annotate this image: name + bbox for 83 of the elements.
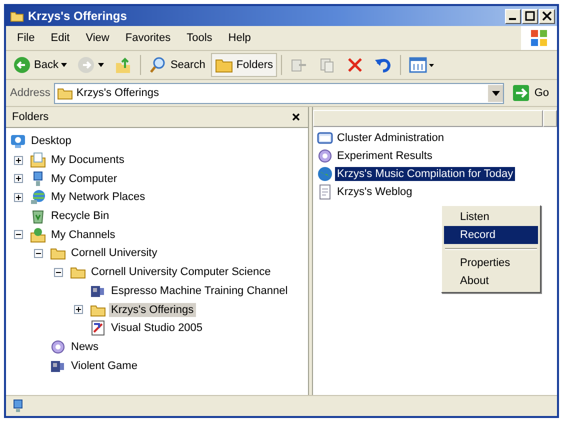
caret-icon: [61, 63, 68, 67]
list-item[interactable]: Cluster Administration: [335, 131, 446, 145]
globe-folder-icon: [30, 226, 46, 243]
minus-icon: [34, 248, 43, 258]
tree-item[interactable]: Desktop: [29, 134, 74, 148]
tree-item[interactable]: My Network Places: [49, 190, 148, 204]
delete-icon: [346, 56, 364, 74]
window-title: Krzys's Offerings: [28, 9, 128, 23]
tree-item[interactable]: News: [69, 340, 101, 354]
column-header[interactable]: [313, 110, 543, 127]
context-menu-item[interactable]: Properties: [444, 254, 538, 272]
minus-icon: [54, 268, 63, 277]
menu-item[interactable]: Edit: [44, 30, 77, 46]
expander[interactable]: [14, 230, 23, 240]
folder-icon: [10, 9, 24, 23]
tree-item[interactable]: Krzys's Offerings: [109, 302, 196, 317]
tree-item[interactable]: Espresso Machine Training Channel: [109, 284, 290, 298]
expander[interactable]: [74, 305, 83, 314]
tree-item[interactable]: Recycle Bin: [49, 209, 112, 224]
document-folder-icon: [30, 152, 46, 168]
go-button[interactable]: Go: [508, 84, 553, 102]
plus-icon: [14, 192, 23, 202]
flag-logo-icon: [521, 26, 557, 50]
tree-item[interactable]: My Computer: [49, 172, 120, 186]
news-icon: [317, 148, 333, 164]
menu-item[interactable]: File: [10, 30, 42, 46]
window-icon: [317, 130, 333, 146]
plus-icon: [14, 174, 23, 184]
globe-icon: [317, 166, 333, 182]
studio-icon: [90, 320, 106, 336]
undo-icon: [374, 56, 392, 74]
context-menu-item[interactable]: About: [444, 272, 538, 290]
menu-item[interactable]: Tools: [180, 30, 220, 46]
expander[interactable]: [14, 156, 23, 165]
plus-icon: [14, 156, 23, 165]
list-item[interactable]: Krzys's Music Compilation for Today: [335, 167, 516, 181]
tree-item[interactable]: My Channels: [49, 228, 118, 242]
views-icon: [409, 56, 436, 74]
copy-icon: [318, 56, 336, 74]
menu-item[interactable]: Help: [221, 30, 258, 46]
list-item[interactable]: Krzys's Weblog: [335, 185, 414, 199]
tree-item[interactable]: My Documents: [49, 153, 126, 168]
tree-item[interactable]: Cornell University Computer Science: [89, 265, 273, 280]
tree-item[interactable]: Visual Studio 2005: [109, 321, 205, 336]
list-item[interactable]: Experiment Results: [335, 149, 434, 163]
minus-icon: [14, 230, 23, 240]
plus-icon: [74, 305, 83, 314]
tree-item[interactable]: Violent Game: [69, 358, 140, 373]
expander[interactable]: [34, 248, 43, 258]
column-header[interactable]: [543, 110, 557, 127]
dropdown-button[interactable]: [488, 84, 504, 102]
expander[interactable]: [14, 174, 23, 184]
desktop-icon: [10, 133, 26, 150]
close-button[interactable]: [539, 8, 555, 24]
close-pane-button[interactable]: [290, 111, 302, 123]
menu-item[interactable]: View: [78, 30, 116, 46]
back-button[interactable]: Back: [9, 53, 72, 77]
context-menu-item[interactable]: Record: [444, 226, 538, 244]
tree-item[interactable]: Cornell University: [69, 246, 160, 260]
menu-item[interactable]: Favorites: [118, 30, 178, 46]
close-icon: [292, 113, 300, 121]
folders-button[interactable]: Folders: [211, 53, 278, 77]
minimize-button[interactable]: [505, 8, 521, 24]
close-icon: [542, 11, 552, 21]
minimize-icon: [508, 18, 516, 20]
maximize-button[interactable]: [522, 8, 538, 24]
news-icon: [50, 338, 66, 355]
address-label: Address: [10, 87, 50, 99]
computer-icon: [12, 399, 24, 413]
expander[interactable]: [54, 268, 63, 277]
pane-title: Folders: [12, 111, 49, 123]
recycle-bin-icon: [30, 208, 46, 224]
search-button[interactable]: Search: [145, 53, 210, 77]
up-folder-icon: [114, 56, 132, 74]
expander[interactable]: [14, 192, 23, 202]
context-menu-item[interactable]: Listen: [444, 208, 538, 226]
caret-icon: [98, 63, 104, 67]
network-globe-icon: [30, 189, 46, 206]
address-field[interactable]: Krzys's Offerings: [54, 82, 504, 104]
maximize-icon: [525, 11, 535, 21]
page-icon: [317, 184, 333, 200]
search-icon: [149, 56, 168, 74]
caret-icon: [492, 90, 500, 96]
